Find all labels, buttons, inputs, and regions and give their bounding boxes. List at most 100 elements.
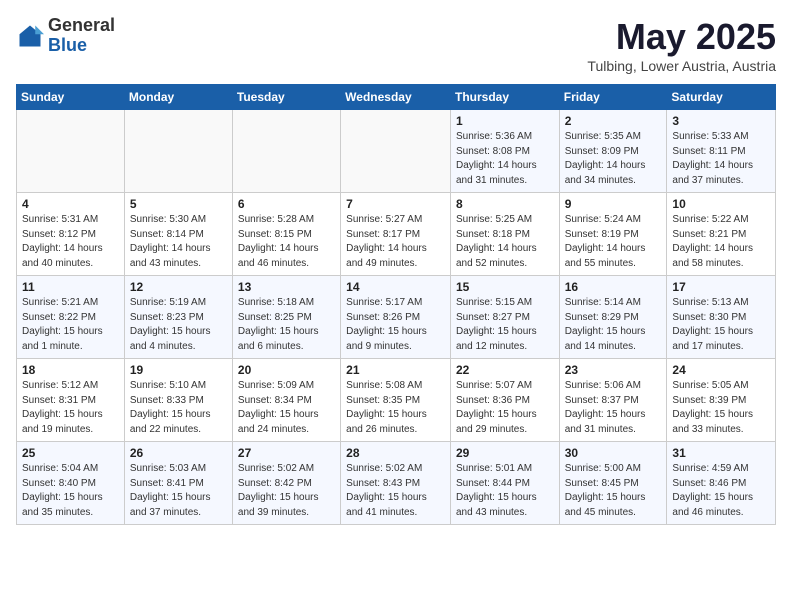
calendar-cell: 13Sunrise: 5:18 AM Sunset: 8:25 PM Dayli…	[232, 276, 340, 359]
day-info: Sunrise: 5:10 AM Sunset: 8:33 PM Dayligh…	[130, 379, 227, 437]
calendar-cell: 5Sunrise: 5:30 AM Sunset: 8:14 PM Daylig…	[124, 193, 232, 276]
day-info: Sunrise: 5:28 AM Sunset: 8:15 PM Dayligh…	[238, 213, 335, 271]
logo: General Blue	[16, 16, 115, 56]
logo-blue-text: Blue	[48, 35, 87, 55]
day-info: Sunrise: 5:04 AM Sunset: 8:40 PM Dayligh…	[22, 462, 119, 520]
day-number: 6	[238, 197, 335, 211]
calendar-cell: 3 Sunrise: 5:33 AM Sunset: 8:11 PM Daylig…	[667, 110, 776, 193]
logo-general-text: General	[48, 15, 115, 35]
calendar-week-row: 18 Sunrise: 5:12 AM Sunset: 8:31 PM Dayli…	[17, 359, 776, 442]
calendar-cell	[124, 110, 232, 193]
col-header-friday: Friday	[559, 85, 667, 110]
day-number: 12	[130, 280, 227, 294]
day-number: 4	[22, 197, 119, 211]
calendar-cell: 1 Sunrise: 5:36 AM Sunset: 8:08 PM Daylig…	[450, 110, 559, 193]
day-info: Sunrise: 5:03 AM Sunset: 8:41 PM Dayligh…	[130, 462, 227, 520]
day-number: 8	[456, 197, 554, 211]
day-number: 13	[238, 280, 335, 294]
day-number: 22	[456, 363, 554, 377]
day-number: 25	[22, 446, 119, 460]
day-number: 11	[22, 280, 119, 294]
calendar-cell: 11Sunrise: 5:21 AM Sunset: 8:22 PM Dayli…	[17, 276, 125, 359]
day-info: Sunrise: 5:31 AM Sunset: 8:12 PM Dayligh…	[22, 213, 119, 271]
calendar-cell: 21Sunrise: 5:08 AM Sunset: 8:35 PM Dayli…	[341, 359, 451, 442]
calendar-cell: 18 Sunrise: 5:12 AM Sunset: 8:31 PM Dayli…	[17, 359, 125, 442]
day-info: Sunrise: 5:14 AM Sunset: 8:29 PM Dayligh…	[565, 296, 662, 354]
day-number: 10	[672, 197, 770, 211]
day-number: 20	[238, 363, 335, 377]
calendar-cell: 29 Sunrise: 5:01 AM Sunset: 8:44 PM Dayli…	[450, 442, 559, 525]
location: Tulbing, Lower Austria, Austria	[587, 58, 776, 74]
day-info: Sunrise: 5:19 AM Sunset: 8:23 PM Dayligh…	[130, 296, 227, 354]
day-info: Sunrise: 5:05 AM Sunset: 8:39 PM Dayligh…	[672, 379, 770, 437]
calendar-cell: 19 Sunrise: 5:10 AM Sunset: 8:33 PM Dayli…	[124, 359, 232, 442]
calendar-cell	[341, 110, 451, 193]
logo-icon	[16, 22, 44, 50]
day-number: 3	[672, 114, 770, 128]
calendar-cell: 2Sunrise: 5:35 AM Sunset: 8:09 PM Daylig…	[559, 110, 667, 193]
calendar-week-row: 1 Sunrise: 5:36 AM Sunset: 8:08 PM Daylig…	[17, 110, 776, 193]
day-number: 23	[565, 363, 662, 377]
day-info: Sunrise: 5:15 AM Sunset: 8:27 PM Dayligh…	[456, 296, 554, 354]
day-info: Sunrise: 5:36 AM Sunset: 8:08 PM Dayligh…	[456, 130, 554, 188]
day-number: 18	[22, 363, 119, 377]
day-info: Sunrise: 5:02 AM Sunset: 8:43 PM Dayligh…	[346, 462, 445, 520]
calendar-week-row: 11Sunrise: 5:21 AM Sunset: 8:22 PM Dayli…	[17, 276, 776, 359]
day-info: Sunrise: 5:13 AM Sunset: 8:30 PM Dayligh…	[672, 296, 770, 354]
calendar-cell: 28 Sunrise: 5:02 AM Sunset: 8:43 PM Dayli…	[341, 442, 451, 525]
calendar-week-row: 4 Sunrise: 5:31 AM Sunset: 8:12 PM Daylig…	[17, 193, 776, 276]
day-info: Sunrise: 5:01 AM Sunset: 8:44 PM Dayligh…	[456, 462, 554, 520]
calendar-cell: 31 Sunrise: 4:59 AM Sunset: 8:46 PM Dayli…	[667, 442, 776, 525]
col-header-wednesday: Wednesday	[341, 85, 451, 110]
title-block: May 2025 Tulbing, Lower Austria, Austria	[587, 16, 776, 74]
calendar-cell: 8 Sunrise: 5:25 AM Sunset: 8:18 PM Daylig…	[450, 193, 559, 276]
col-header-saturday: Saturday	[667, 85, 776, 110]
calendar-cell: 7Sunrise: 5:27 AM Sunset: 8:17 PM Daylig…	[341, 193, 451, 276]
calendar-cell: 12 Sunrise: 5:19 AM Sunset: 8:23 PM Dayli…	[124, 276, 232, 359]
day-number: 1	[456, 114, 554, 128]
calendar-cell: 15Sunrise: 5:15 AM Sunset: 8:27 PM Dayli…	[450, 276, 559, 359]
day-number: 5	[130, 197, 227, 211]
calendar-table: SundayMondayTuesdayWednesdayThursdayFrid…	[16, 84, 776, 525]
day-info: Sunrise: 5:24 AM Sunset: 8:19 PM Dayligh…	[565, 213, 662, 271]
day-info: Sunrise: 5:06 AM Sunset: 8:37 PM Dayligh…	[565, 379, 662, 437]
day-info: Sunrise: 5:17 AM Sunset: 8:26 PM Dayligh…	[346, 296, 445, 354]
day-info: Sunrise: 5:22 AM Sunset: 8:21 PM Dayligh…	[672, 213, 770, 271]
month-title: May 2025	[587, 16, 776, 58]
calendar-cell: 23 Sunrise: 5:06 AM Sunset: 8:37 PM Dayli…	[559, 359, 667, 442]
calendar-cell: 26Sunrise: 5:03 AM Sunset: 8:41 PM Dayli…	[124, 442, 232, 525]
day-number: 9	[565, 197, 662, 211]
day-info: Sunrise: 4:59 AM Sunset: 8:46 PM Dayligh…	[672, 462, 770, 520]
col-header-thursday: Thursday	[450, 85, 559, 110]
calendar-cell	[17, 110, 125, 193]
col-header-sunday: Sunday	[17, 85, 125, 110]
calendar-cell: 9 Sunrise: 5:24 AM Sunset: 8:19 PM Daylig…	[559, 193, 667, 276]
day-number: 21	[346, 363, 445, 377]
day-info: Sunrise: 5:09 AM Sunset: 8:34 PM Dayligh…	[238, 379, 335, 437]
calendar-cell: 6 Sunrise: 5:28 AM Sunset: 8:15 PM Daylig…	[232, 193, 340, 276]
calendar-header-row: SundayMondayTuesdayWednesdayThursdayFrid…	[17, 85, 776, 110]
day-info: Sunrise: 5:25 AM Sunset: 8:18 PM Dayligh…	[456, 213, 554, 271]
day-info: Sunrise: 5:00 AM Sunset: 8:45 PM Dayligh…	[565, 462, 662, 520]
calendar-cell: 4 Sunrise: 5:31 AM Sunset: 8:12 PM Daylig…	[17, 193, 125, 276]
day-number: 14	[346, 280, 445, 294]
calendar-cell: 16 Sunrise: 5:14 AM Sunset: 8:29 PM Dayli…	[559, 276, 667, 359]
day-number: 29	[456, 446, 554, 460]
day-number: 19	[130, 363, 227, 377]
day-number: 2	[565, 114, 662, 128]
day-number: 30	[565, 446, 662, 460]
calendar-cell: 17 Sunrise: 5:13 AM Sunset: 8:30 PM Dayli…	[667, 276, 776, 359]
day-number: 28	[346, 446, 445, 460]
day-info: Sunrise: 5:33 AM Sunset: 8:11 PM Dayligh…	[672, 130, 770, 188]
day-info: Sunrise: 5:27 AM Sunset: 8:17 PM Dayligh…	[346, 213, 445, 271]
day-number: 31	[672, 446, 770, 460]
day-number: 27	[238, 446, 335, 460]
page-header: General Blue May 2025 Tulbing, Lower Aus…	[16, 16, 776, 74]
calendar-cell: 27Sunrise: 5:02 AM Sunset: 8:42 PM Dayli…	[232, 442, 340, 525]
calendar-cell: 22Sunrise: 5:07 AM Sunset: 8:36 PM Dayli…	[450, 359, 559, 442]
day-info: Sunrise: 5:12 AM Sunset: 8:31 PM Dayligh…	[22, 379, 119, 437]
calendar-cell	[232, 110, 340, 193]
calendar-cell: 25 Sunrise: 5:04 AM Sunset: 8:40 PM Dayli…	[17, 442, 125, 525]
day-number: 16	[565, 280, 662, 294]
day-number: 17	[672, 280, 770, 294]
